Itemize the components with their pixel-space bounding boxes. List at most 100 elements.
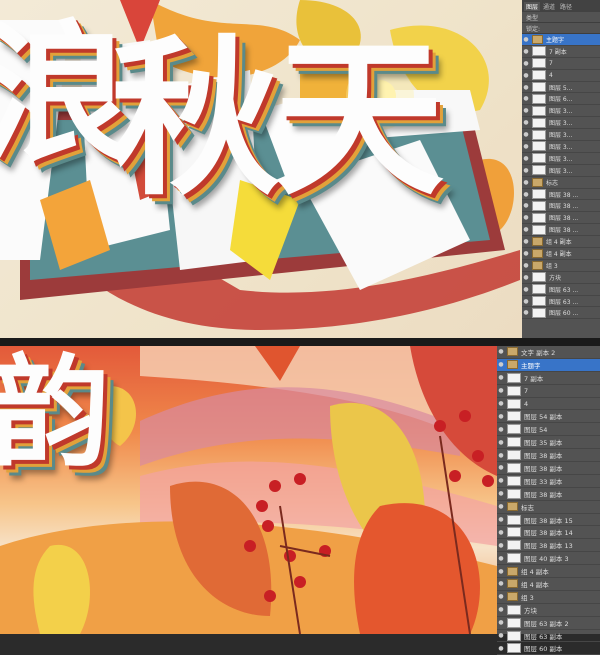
layer-row[interactable]: ● 4 — [497, 398, 600, 411]
layer-row[interactable]: ● 图层 54 — [497, 423, 600, 437]
layer-row[interactable]: ● 图层 3... — [522, 129, 600, 142]
eye-icon[interactable]: ● — [497, 529, 505, 536]
layer-row[interactable]: ● 方块 — [522, 272, 600, 284]
layer-row[interactable]: ● 图层 40 副本 3 — [497, 552, 600, 566]
eye-icon[interactable]: ● — [497, 387, 505, 394]
layer-group-row[interactable]: ● 组 4 副本 — [522, 248, 600, 260]
layer-row[interactable]: ● 图层 54 副本 — [497, 410, 600, 424]
eye-icon[interactable]: ● — [522, 250, 530, 257]
eye-icon[interactable]: ● — [497, 593, 505, 600]
layer-row[interactable]: ● 图层 38 副本 — [497, 462, 600, 475]
eye-icon[interactable]: ● — [497, 477, 505, 484]
layer-row[interactable]: ● 图层 38 ... — [522, 189, 600, 201]
eye-icon[interactable]: ● — [497, 516, 505, 523]
eye-icon[interactable]: ● — [497, 619, 505, 626]
layer-group-row[interactable]: ● 组 3 — [522, 260, 600, 272]
layer-group-row[interactable]: ● 标志 — [522, 177, 600, 189]
layer-group-row[interactable]: ● 主题字 — [497, 358, 600, 372]
layer-row[interactable]: ● 图层 60 ... — [522, 307, 600, 320]
eye-icon[interactable]: ● — [522, 262, 530, 269]
eye-icon[interactable]: ● — [522, 167, 530, 174]
eye-icon[interactable]: ● — [497, 400, 505, 407]
layer-group-row[interactable]: ● 组 4 副本 — [497, 578, 600, 591]
eye-icon[interactable]: ● — [522, 298, 530, 305]
layer-row[interactable]: ● 图层 38 ... — [522, 212, 600, 225]
eye-icon[interactable]: ● — [522, 131, 530, 138]
eye-icon[interactable]: ● — [522, 95, 530, 102]
layer-group-row[interactable]: ● 文字 副本 2 — [497, 346, 600, 359]
layer-row[interactable]: ● 7 副本 — [522, 46, 600, 58]
layer-row[interactable]: ● 图层 6... — [522, 93, 600, 106]
eye-icon[interactable]: ● — [497, 374, 505, 381]
layer-row[interactable]: ● 图层 63 ... — [522, 296, 600, 308]
layer-group-row[interactable]: ● 标志 — [497, 501, 600, 514]
eye-icon[interactable]: ● — [497, 452, 505, 459]
layer-row[interactable]: ● 图层 63 ... — [522, 284, 600, 296]
lock-bar[interactable]: 锁定: — [522, 23, 600, 34]
eye-icon[interactable]: ● — [497, 542, 505, 549]
artwork-canvas-bottom[interactable]: 韵 — [0, 346, 497, 634]
eye-icon[interactable]: ● — [522, 36, 530, 43]
layers-panel-bottom[interactable]: ● 文字 副本 2 ● 主题字 ● 7 副本 ● 7 ● 4 ● 图层 54 副本 ● 图层 54 ● 图层 … — [497, 346, 600, 655]
eye-icon[interactable]: ● — [522, 60, 530, 67]
layer-row[interactable]: ● 图层 3... — [522, 153, 600, 165]
eye-icon[interactable]: ● — [497, 606, 505, 613]
layer-row[interactable]: ● 图层 63 副本 2 — [497, 617, 600, 630]
layer-row[interactable]: ● 图层 3... — [522, 117, 600, 130]
eye-icon[interactable]: ● — [522, 107, 530, 114]
eye-icon[interactable]: ● — [522, 179, 530, 186]
layer-row[interactable]: ● 图层 3... — [522, 165, 600, 177]
layer-row[interactable]: ● 图层 38 副本 — [497, 488, 600, 501]
eye-icon[interactable]: ● — [497, 632, 505, 639]
artwork-canvas-top[interactable]: 浪 秋天 — [0, 0, 522, 338]
layer-row[interactable]: ● 图层 38 副本 13 — [497, 539, 600, 553]
layer-row[interactable]: ● 图层 38 副本 14 — [497, 526, 600, 540]
eye-icon[interactable]: ● — [497, 555, 505, 562]
eye-icon[interactable]: ● — [522, 84, 530, 91]
eye-icon[interactable]: ● — [497, 413, 505, 420]
layer-group-row[interactable]: ● 组 4 副本 — [522, 236, 600, 249]
eye-icon[interactable]: ● — [497, 490, 505, 497]
layer-row[interactable]: ● 图层 3... — [522, 105, 600, 118]
layer-row[interactable]: ● 7 — [522, 58, 600, 70]
layer-filter-bar[interactable]: 类型 — [522, 12, 600, 23]
layer-row[interactable]: ● 图层 38 ... — [522, 200, 600, 213]
eye-icon[interactable]: ● — [522, 214, 530, 221]
eye-icon[interactable]: ● — [522, 143, 530, 150]
layer-row[interactable]: ● 图层 38 副本 — [497, 449, 600, 463]
layer-row[interactable]: ● 图层 38 副本 15 — [497, 514, 600, 527]
layer-group-row[interactable]: ● 主题字 — [522, 34, 600, 46]
eye-icon[interactable]: ● — [522, 274, 530, 281]
layer-row[interactable]: ● 4 — [522, 70, 600, 82]
eye-icon[interactable]: ● — [522, 226, 530, 233]
layer-group-row[interactable]: ● 组 4 副本 — [497, 565, 600, 579]
eye-icon[interactable]: ● — [522, 309, 530, 316]
eye-icon[interactable]: ● — [497, 645, 505, 652]
layer-row[interactable]: ● 7 — [497, 385, 600, 398]
layer-row[interactable]: ● 图层 33 副本 — [497, 475, 600, 488]
eye-icon[interactable]: ● — [522, 119, 530, 126]
eye-icon[interactable]: ● — [522, 202, 530, 209]
tab-channels[interactable]: 通道 — [541, 2, 557, 11]
layer-row[interactable]: ● 图层 5... — [522, 82, 600, 94]
eye-icon[interactable]: ● — [497, 568, 505, 575]
layer-row[interactable]: ● 图层 35 副本 — [497, 436, 600, 450]
tab-layers[interactable]: 图层 — [524, 1, 541, 11]
layer-row[interactable]: ● 方块 — [497, 604, 600, 617]
eye-icon[interactable]: ● — [522, 72, 530, 79]
layer-group-row[interactable]: ● 组 3 — [497, 591, 600, 604]
layer-row[interactable]: ● 图层 63 副本 — [497, 630, 600, 643]
eye-icon[interactable]: ● — [522, 48, 530, 55]
eye-icon[interactable]: ● — [497, 580, 505, 587]
layer-row[interactable]: ● 图层 38 ... — [522, 224, 600, 237]
eye-icon[interactable]: ● — [497, 361, 505, 368]
eye-icon[interactable]: ● — [522, 191, 530, 198]
eye-icon[interactable]: ● — [497, 464, 505, 471]
tab-paths[interactable]: 路径 — [558, 2, 574, 11]
eye-icon[interactable]: ● — [497, 503, 505, 510]
eye-icon[interactable]: ● — [497, 348, 505, 355]
eye-icon[interactable]: ● — [522, 286, 530, 293]
layer-row[interactable]: ● 7 副本 — [497, 372, 600, 385]
eye-icon[interactable]: ● — [522, 155, 530, 162]
eye-icon[interactable]: ● — [497, 426, 505, 433]
